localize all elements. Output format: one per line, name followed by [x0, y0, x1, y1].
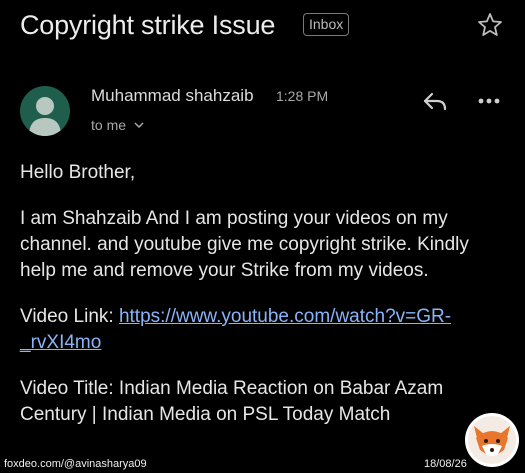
more-options-button[interactable]: [475, 89, 503, 113]
subject-row: Copyright strike Issue Inbox: [20, 8, 505, 48]
inbox-label-badge[interactable]: Inbox: [303, 13, 350, 36]
email-subject: Copyright strike Issue: [20, 10, 276, 40]
chevron-down-icon: [134, 116, 144, 132]
watermark-text: foxdeo.com/@avinasharya09: [4, 458, 147, 470]
video-link-label: Video Link:: [20, 306, 119, 327]
sender-name[interactable]: Muhammad shahzaib: [91, 86, 254, 106]
message-paragraph: I am Shahzaib And I am posting your vide…: [20, 208, 469, 281]
fox-logo-icon: [464, 412, 520, 468]
star-icon[interactable]: [475, 10, 505, 40]
reply-icon: [423, 92, 447, 111]
recipient-label: to me: [91, 117, 127, 133]
video-title-text: Video Title: Indian Media Reaction on Ba…: [20, 378, 444, 425]
email-body: Hello Brother, I am Shahzaib And I am po…: [20, 160, 505, 448]
reply-button[interactable]: [421, 89, 449, 113]
more-options-icon: [478, 98, 500, 104]
sender-row: Muhammad shahzaib 1:28 PM to me: [20, 85, 505, 145]
recipient-details-toggle[interactable]: to me: [91, 116, 144, 133]
greeting-text: Hello Brother,: [20, 162, 136, 183]
avatar-person-icon: [29, 97, 61, 136]
sent-time: 1:28 PM: [276, 88, 329, 104]
video-link-line: Video Link: https://www.youtube.com/watc…: [20, 304, 505, 356]
avatar[interactable]: [20, 86, 70, 136]
watermark-date: 18/08/26: [424, 458, 467, 470]
